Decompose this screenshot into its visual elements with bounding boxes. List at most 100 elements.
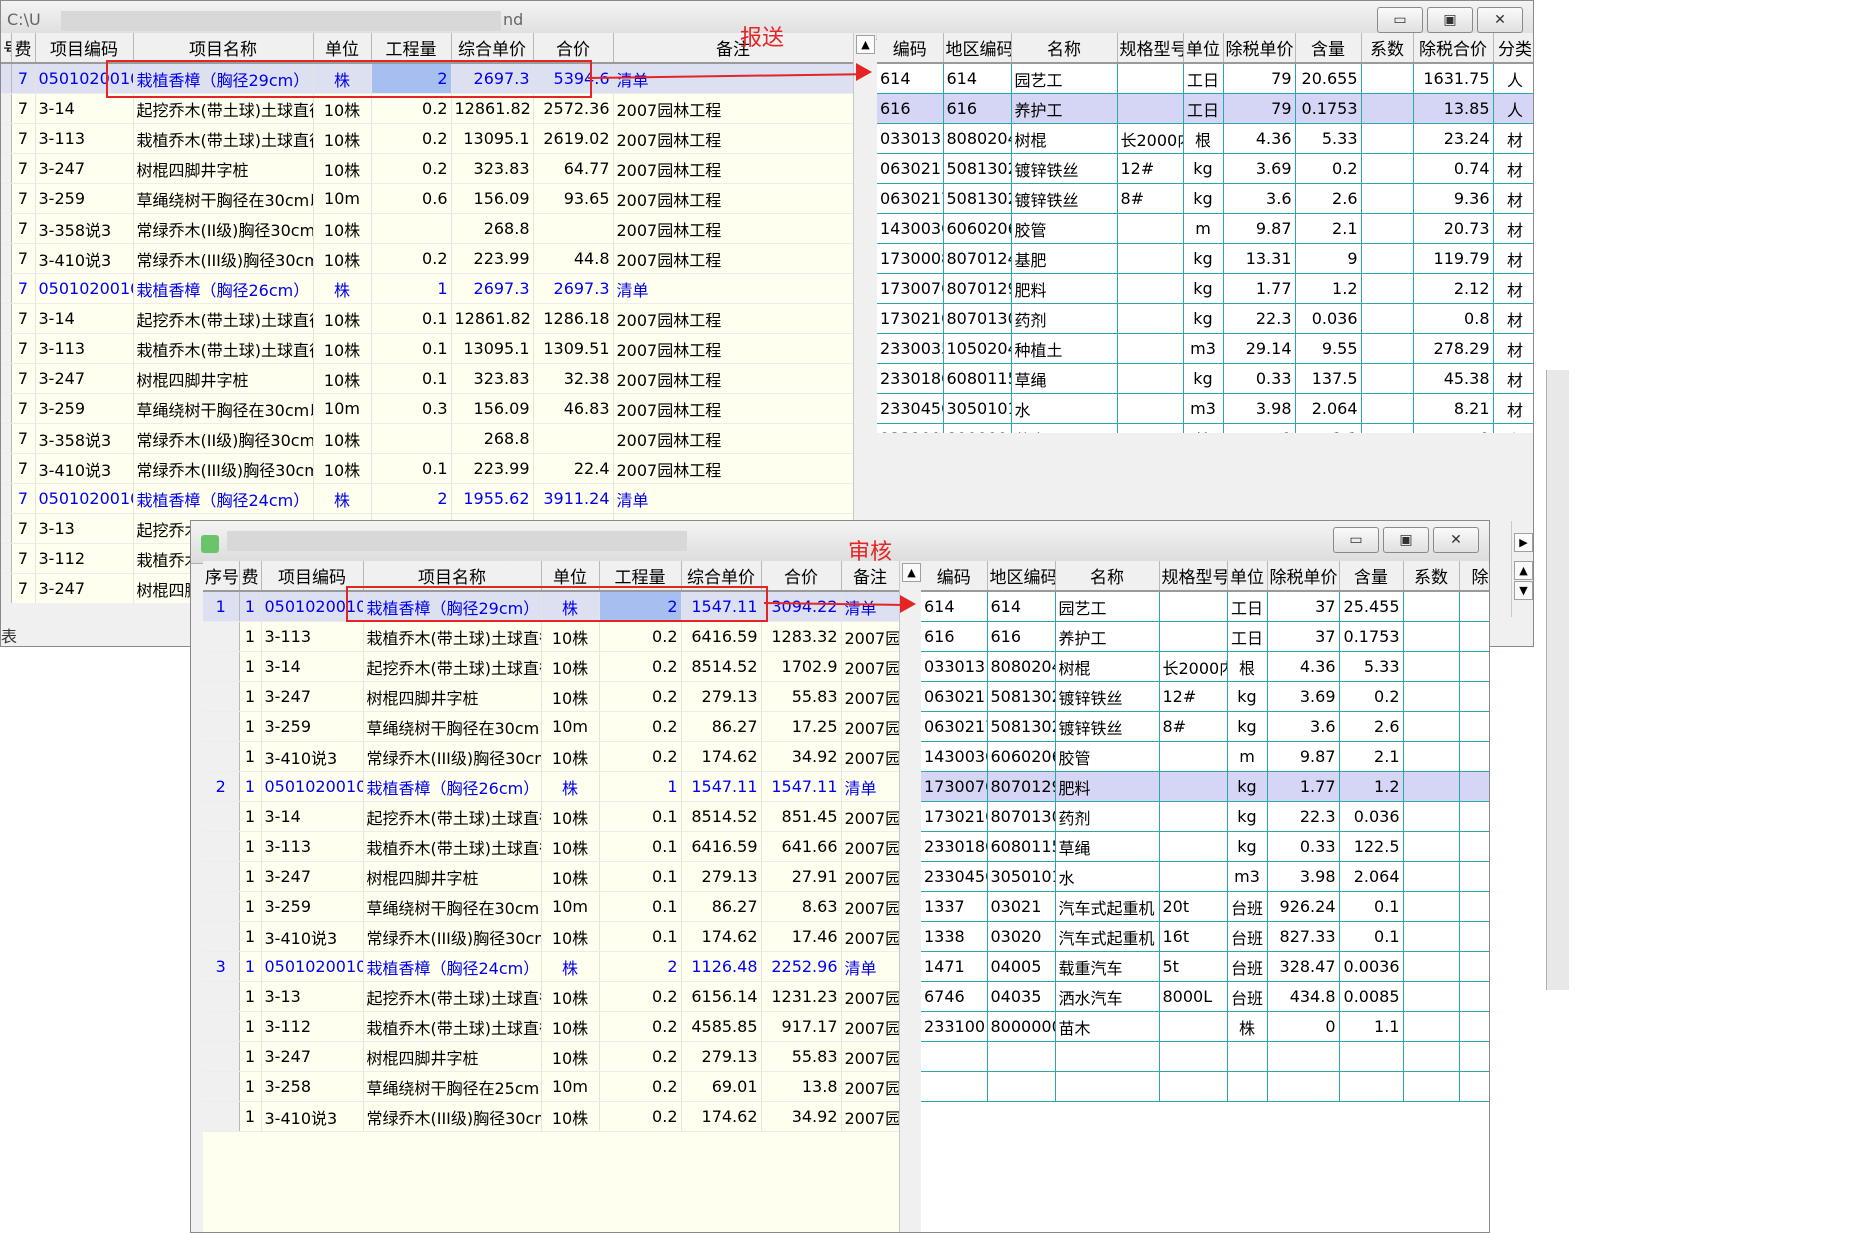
cell-qty[interactable]: 0.1 — [371, 453, 452, 484]
cell-coef[interactable] — [1403, 891, 1460, 922]
cell-spec[interactable] — [1117, 243, 1184, 274]
cell-unit[interactable]: kg — [1183, 273, 1224, 304]
cell-area[interactable] — [987, 1071, 1056, 1102]
cell-total[interactable] — [1459, 801, 1489, 832]
cell-coef[interactable] — [1361, 423, 1414, 433]
cell-price[interactable]: 29.14 — [1223, 333, 1296, 364]
cell-unit[interactable]: 10株 — [541, 1041, 600, 1072]
cell-name[interactable]: 肥料 — [1011, 273, 1118, 304]
cell-price[interactable]: 434.8 — [1267, 981, 1340, 1012]
cell-code[interactable]: 3-247 — [35, 363, 134, 394]
cell-qty[interactable]: 0.2 — [599, 1011, 682, 1042]
table-row[interactable]: 7 3-358说3 常绿乔木(II级)胸径30cm以 10株 268.8 2007园林工程 — [1, 213, 853, 244]
cell-qty[interactable]: 0.1753 — [1339, 621, 1404, 652]
cell-price[interactable]: 9.87 — [1223, 213, 1296, 244]
cell-fee[interactable]: 1 — [239, 831, 262, 862]
cell-price[interactable]: 3.98 — [1267, 861, 1340, 892]
cell-name[interactable]: 树棍 — [1055, 651, 1160, 682]
cell-code[interactable]: 1730210 — [921, 801, 988, 832]
cell-name[interactable]: 树棍四脚井字桩 — [133, 363, 314, 394]
cell-price[interactable]: 8514.52 — [681, 651, 762, 682]
cell-price[interactable]: 926.24 — [1267, 891, 1340, 922]
cell-rh[interactable] — [1, 63, 12, 94]
cell-price[interactable]: 223.99 — [451, 243, 534, 274]
cell-coef[interactable] — [1403, 621, 1460, 652]
cell-note[interactable]: 2007园 — [841, 1011, 899, 1042]
cell-name[interactable]: 栽植香樟（胸径26cm） — [363, 771, 542, 802]
cell-coef[interactable] — [1361, 153, 1414, 184]
cell-total[interactable]: 20.73 — [1413, 213, 1494, 244]
cell-name[interactable]: 栽植乔木(带土球)土球直径 — [133, 123, 314, 154]
cell-rh[interactable] — [1, 483, 12, 514]
table-row[interactable]: 73-247树棍四脚井字桩10株0.2323.8364.772007园林工程 — [1, 153, 853, 184]
cell-code[interactable]: 3-112 — [35, 543, 134, 574]
cell-qty[interactable]: 0.1 — [599, 861, 682, 892]
cell-total[interactable]: 13.85 — [1413, 93, 1494, 124]
cell-spec[interactable] — [1159, 621, 1228, 652]
cell-price[interactable]: 4.36 — [1267, 651, 1340, 682]
cell-name[interactable]: 草绳绕树干胸径在30cm以内 — [133, 183, 314, 214]
cell-fee[interactable]: 7 — [11, 243, 36, 274]
cell-total[interactable]: 44.8 — [533, 243, 614, 274]
cell-area[interactable]: 80000000 — [987, 1011, 1056, 1042]
cell-spec[interactable] — [1159, 831, 1228, 862]
table-row[interactable]: 1 3-247 树棍四脚井字桩 10株 0.1 279.13 27.91 2007园 — [203, 861, 899, 892]
cell-price[interactable]: 323.83 — [451, 153, 534, 184]
cell-unit[interactable]: kg — [1227, 831, 1268, 862]
cell-code[interactable]: 2330180 — [877, 363, 944, 394]
cell-spec[interactable] — [1117, 303, 1184, 334]
cell-note[interactable]: 2007园林工程 — [613, 363, 853, 394]
cell-rh[interactable] — [1, 123, 12, 154]
cell-rh[interactable] — [1, 513, 12, 544]
cell-note[interactable]: 2007园林工程 — [613, 393, 853, 424]
table-row[interactable]: 7 3-113 栽植乔木(带土球)土球直径 10株 0.2 13095.1 2619.02 2… — [1, 123, 853, 154]
column-header[interactable]: 含量 — [1339, 561, 1404, 592]
cell-price[interactable]: 1126.48 — [681, 951, 762, 982]
cell-price[interactable]: 6156.14 — [681, 981, 762, 1012]
table-row[interactable]: 063021750813020镀锌铁丝8#kg3.62.6 9.36材 — [877, 183, 1533, 214]
cell-note[interactable]: 2007园 — [841, 651, 899, 682]
cell-unit[interactable]: 根 — [1183, 123, 1224, 154]
cell-total[interactable]: 27.91 — [761, 861, 842, 892]
cell-total[interactable]: 2572.36 — [533, 93, 614, 124]
table-row[interactable]: 7 3-113 栽植乔木(带土球)土球直径 10株 0.1 13095.1 1309.51 2… — [1, 333, 853, 364]
cell-qty[interactable] — [1339, 1071, 1404, 1102]
cell-cat[interactable]: 材 — [1493, 363, 1533, 394]
cell-code[interactable]: 3-112 — [261, 1011, 364, 1042]
cell-fee[interactable]: 7 — [11, 183, 36, 214]
cell-area[interactable]: 50813020 — [943, 153, 1012, 184]
cell-code[interactable]: 614 — [877, 63, 944, 94]
cell-total[interactable]: 3911.24 — [533, 483, 614, 514]
cell-area[interactable]: 50813020 — [987, 681, 1056, 712]
cell-name[interactable]: 树棍四脚井字桩 — [363, 861, 542, 892]
cell-area[interactable]: 60801150 — [943, 363, 1012, 394]
cell-name[interactable]: 常绿乔木(III级)胸径30cm以 — [363, 921, 542, 952]
cell-qty[interactable]: 20.655 — [1295, 63, 1362, 94]
cell-code[interactable]: 0330131 — [877, 123, 944, 154]
cell-area[interactable]: 03020 — [987, 921, 1056, 952]
cell-fee[interactable]: 7 — [11, 453, 36, 484]
cell-note[interactable]: 2007园林工程 — [613, 333, 853, 364]
column-header[interactable]: 编码 — [877, 33, 944, 64]
table-row[interactable]: 173021080701300药剂 kg22.30.036 0.8材 — [877, 303, 1533, 334]
table-row[interactable]: 13-259草绳绕树干胸径在30cm以内10m0.186.278.632007园 — [203, 891, 899, 922]
cell-spec[interactable]: 12# — [1117, 153, 1184, 184]
table-row[interactable]: 233018060801150草绳 kg0.33137.5 45.38材 — [877, 363, 1533, 394]
table-row[interactable]: 21050102001002栽植香樟（胸径26cm）株11547.111547.… — [203, 771, 899, 802]
cell-rh[interactable] — [1, 333, 12, 364]
cell-qty[interactable]: 0.2 — [599, 981, 682, 1012]
cell-code[interactable]: 3-259 — [35, 393, 134, 424]
cell-qty[interactable]: 0.2 — [1339, 681, 1404, 712]
cell-code[interactable]: 3-247 — [261, 1041, 364, 1072]
cell-total[interactable] — [1459, 861, 1489, 892]
cell-price[interactable]: 174.62 — [681, 921, 762, 952]
cell-total[interactable] — [1459, 921, 1489, 952]
column-header[interactable]: 费 — [11, 33, 36, 64]
cell-cat[interactable]: 人 — [1493, 93, 1533, 124]
cell-note[interactable]: 2007园林工程 — [613, 453, 853, 484]
column-header[interactable]: 单位 — [1183, 33, 1224, 64]
cell-price[interactable]: 1.77 — [1267, 771, 1340, 802]
cell-qty[interactable]: 2 — [599, 951, 682, 982]
cell-code[interactable]: 2331001 — [921, 1011, 988, 1042]
cell-price[interactable] — [1267, 1041, 1340, 1072]
